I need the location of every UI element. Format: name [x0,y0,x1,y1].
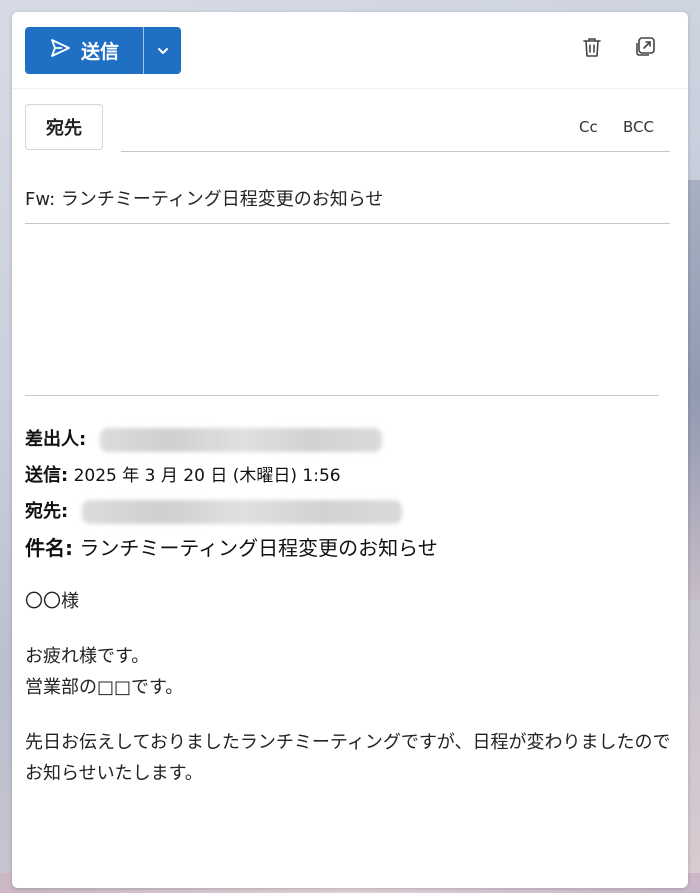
message-body[interactable]: 〇〇様 お疲れ様です。 営業部の□□です。 先日お伝えしておりましたランチミーテ… [25,586,673,789]
popout-button[interactable] [632,36,658,62]
forwarded-subject-value: ランチミーティング日程変更のお知らせ [73,536,438,560]
compose-window: 送信 宛先 Cc BCC Fw: ランチミーティング日程変更のお知らせ 差出人:… [12,12,688,888]
forwarded-subject-line: 件名: ランチミーティング日程変更のお知らせ [25,530,665,566]
chevron-down-icon [156,41,170,60]
forwarded-to-label: 宛先: [25,501,69,522]
popout-icon [633,35,657,63]
body-line-2: 営業部の□□です。 [25,677,184,698]
forwarded-subject-label: 件名: [25,536,73,560]
trash-icon [580,35,604,63]
subject-field[interactable]: Fw: ランチミーティング日程変更のお知らせ [25,180,670,224]
forwarded-sent-label: 送信: [25,465,69,486]
forwarded-from-label: 差出人: [25,429,87,450]
discard-button[interactable] [579,36,605,62]
compose-toolbar: 送信 [12,12,688,89]
to-button[interactable]: 宛先 [25,104,103,150]
forward-divider [25,395,659,396]
forwarded-to-line: 宛先: [25,494,665,530]
redacted-recipient [81,500,402,524]
send-icon [49,37,71,64]
send-button-group: 送信 [25,27,181,74]
to-row: 宛先 Cc BCC [25,104,670,154]
forwarded-header: 差出人: 送信: 2025 年 3 月 20 日 (木曜日) 1:56 宛先: … [25,422,665,566]
send-button[interactable]: 送信 [25,27,143,74]
body-greeting: 〇〇様 [25,591,79,612]
forwarded-sent-value: 2025 年 3 月 20 日 (木曜日) 1:56 [68,466,341,486]
redacted-sender [99,428,382,452]
send-options-dropdown[interactable] [144,27,181,74]
cc-button[interactable]: Cc [579,118,598,136]
body-line-1: お疲れ様です。 [25,646,150,667]
forwarded-sent-line: 送信: 2025 年 3 月 20 日 (木曜日) 1:56 [25,458,665,494]
forwarded-from-line: 差出人: [25,422,665,458]
body-line-3: 先日お伝えしておりましたランチミーティングですが、日程が変わりましたのでお知らせ… [25,732,671,784]
send-button-label: 送信 [80,41,119,63]
bcc-button[interactable]: BCC [623,118,654,136]
